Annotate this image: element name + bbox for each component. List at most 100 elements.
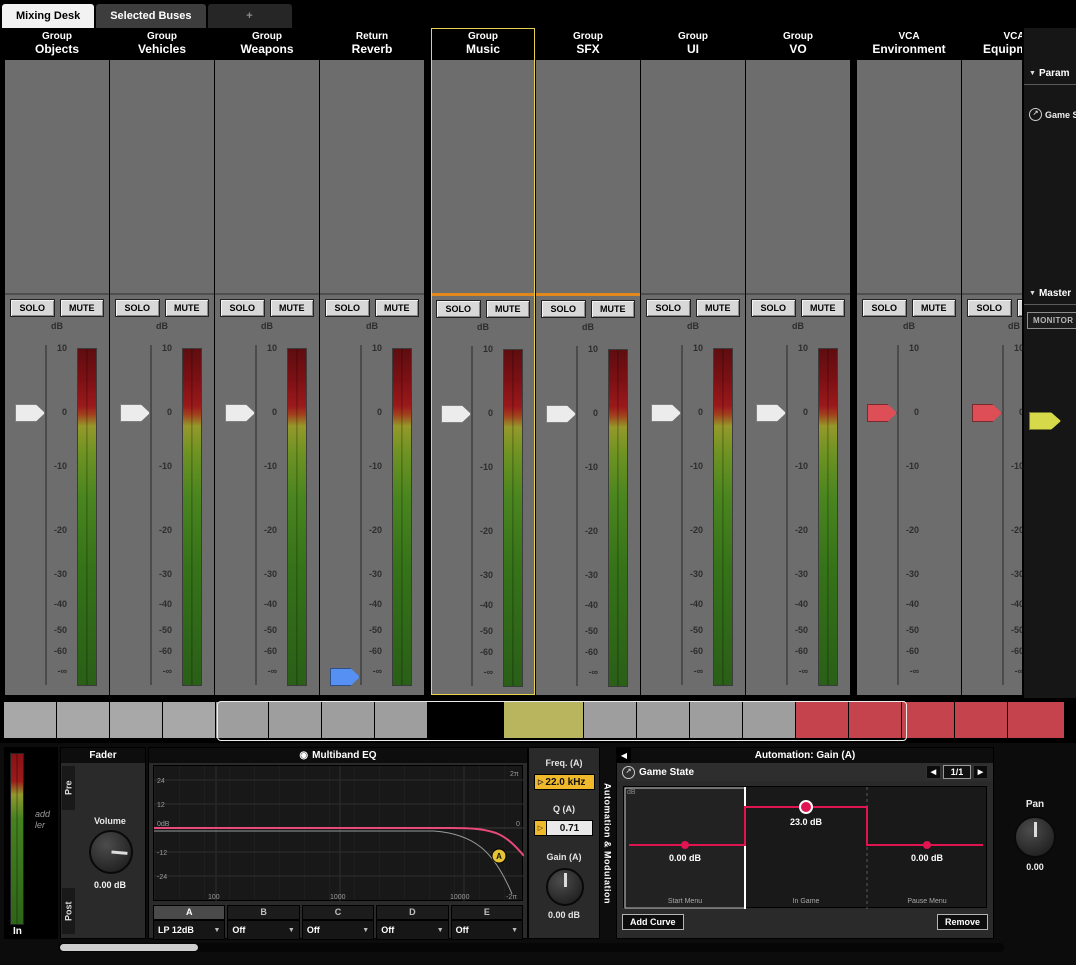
mixer-channel[interactable]: Group SFX SOLO MUTE dB 100-10-20-30-40-5… <box>536 28 640 695</box>
overview-block[interactable] <box>57 702 109 738</box>
overview-block[interactable] <box>110 702 162 738</box>
mixer-channel[interactable]: Group UI SOLO MUTE dB 100-10-20-30-40-50… <box>641 28 745 695</box>
tab-selected-buses[interactable]: Selected Buses <box>96 4 205 28</box>
eq-band-d-tab[interactable]: D <box>376 905 448 920</box>
mute-button[interactable]: MUTE <box>801 299 846 317</box>
pre-tab[interactable]: Pre <box>62 766 75 810</box>
mixer-channel[interactable]: Group VO SOLO MUTE dB 100-10-20-30-40-50… <box>746 28 850 695</box>
add-curve-button[interactable]: Add Curve <box>622 914 684 930</box>
channel-drop-area[interactable] <box>536 60 640 296</box>
automation-point[interactable] <box>923 841 931 849</box>
deck-scrollbar[interactable] <box>58 943 1004 952</box>
mixer-channel[interactable]: VCA Environment SOLO MUTE dB 100-10-20-3… <box>857 28 961 695</box>
eq-power-icon[interactable]: ◉ <box>299 750 308 761</box>
overview-block[interactable] <box>690 702 742 738</box>
eq-band-d-type-dropdown[interactable]: Off ▼ <box>376 920 448 940</box>
overview-block[interactable] <box>322 702 374 738</box>
tab-mixing-desk[interactable]: Mixing Desk <box>2 4 94 28</box>
overview-block[interactable] <box>4 702 56 738</box>
automation-point[interactable] <box>681 841 689 849</box>
channel-drop-area[interactable] <box>962 60 1022 295</box>
mixer-channel[interactable]: Group Music SOLO MUTE dB 100-10-20-30-40… <box>431 28 535 695</box>
parameters-section-header[interactable]: ▼ Param <box>1024 64 1076 85</box>
overview-block[interactable] <box>637 702 689 738</box>
automation-curve-graph[interactable]: dB 0.00 dB 23.0 dB 0.00 dB Start Menu In… <box>623 786 987 908</box>
solo-button[interactable]: SOLO <box>541 300 586 318</box>
overview-block[interactable] <box>428 702 503 738</box>
gain-knob[interactable] <box>546 868 584 906</box>
mixer-channel[interactable]: Group Weapons SOLO MUTE dB 100-10-20-30-… <box>215 28 319 695</box>
overview-block[interactable] <box>375 702 427 738</box>
eq-band-b-tab[interactable]: B <box>227 905 299 920</box>
channel-drop-area[interactable] <box>431 60 535 296</box>
channel-drop-area[interactable] <box>320 60 424 295</box>
eq-band-e-type-dropdown[interactable]: Off ▼ <box>451 920 523 940</box>
mixer-channel[interactable]: Group Vehicles SOLO MUTE dB 100-10-20-30… <box>110 28 214 695</box>
overview-block[interactable] <box>504 702 583 738</box>
channel-drop-area[interactable] <box>110 60 214 295</box>
overview-block[interactable] <box>1008 702 1064 738</box>
eq-band-a-tab[interactable]: A <box>153 905 225 920</box>
collapse-panel-icon[interactable]: ◀ <box>617 748 631 763</box>
overview-block[interactable] <box>269 702 321 738</box>
q-value-field[interactable]: 0.71 <box>547 820 593 836</box>
solo-button[interactable]: SOLO <box>436 300 481 318</box>
eq-band-b-type-dropdown[interactable]: Off ▼ <box>227 920 299 940</box>
channel-drop-area[interactable] <box>746 60 850 295</box>
scale-label: -40 <box>984 599 1022 610</box>
remove-button[interactable]: Remove <box>937 914 988 930</box>
eq-band-e-tab[interactable]: E <box>451 905 523 920</box>
volume-knob[interactable] <box>89 830 133 874</box>
eq-graph[interactable]: A 24 12 0dB -12 -24 2π 0 -2π 100 1000 10… <box>153 765 523 901</box>
overview-block[interactable] <box>216 702 268 738</box>
overview-block[interactable] <box>796 702 848 738</box>
mixer-channel[interactable]: VCA Equipment SOLO MUTE dB 100-10-20-30-… <box>962 28 1022 695</box>
channel-drop-area[interactable] <box>641 60 745 295</box>
game-state-parameter-item[interactable]: ↗ Game S <box>1024 108 1076 121</box>
solo-button[interactable]: SOLO <box>646 299 691 317</box>
solo-button[interactable]: SOLO <box>10 299 55 317</box>
automation-flag-icon[interactable]: ▷ <box>538 778 543 786</box>
overview-block[interactable] <box>955 702 1007 738</box>
scrollbar-thumb[interactable] <box>60 944 198 951</box>
channel-drop-area[interactable] <box>215 60 319 295</box>
mute-button[interactable]: MUTE <box>591 300 636 318</box>
solo-button[interactable]: SOLO <box>115 299 160 317</box>
channel-drop-area[interactable] <box>5 60 109 295</box>
master-fader-handle[interactable] <box>1029 412 1061 430</box>
solo-button[interactable]: SOLO <box>220 299 265 317</box>
pan-knob[interactable] <box>1014 816 1056 858</box>
mute-button[interactable]: MUTE <box>486 300 531 318</box>
post-tab[interactable]: Post <box>62 888 75 934</box>
mixer-channel[interactable]: Group Objects SOLO MUTE dB 100-10-20-30-… <box>5 28 109 695</box>
automation-modulation-tab[interactable]: Automation & Modulation <box>600 747 615 939</box>
automation-point-selected[interactable] <box>800 801 812 813</box>
overview-block[interactable] <box>849 702 901 738</box>
eq-band-c-type-dropdown[interactable]: Off ▼ <box>302 920 374 940</box>
solo-button[interactable]: SOLO <box>325 299 370 317</box>
master-section-header[interactable]: ▼ Master <box>1024 284 1076 305</box>
channel-drop-area[interactable] <box>857 60 961 295</box>
mute-button[interactable]: MUTE <box>60 299 105 317</box>
solo-button[interactable]: SOLO <box>967 299 1012 317</box>
overview-block[interactable] <box>584 702 636 738</box>
mute-button[interactable]: MUTE <box>165 299 210 317</box>
new-tab-button[interactable]: + <box>208 4 292 28</box>
solo-button[interactable]: SOLO <box>751 299 796 317</box>
automation-flag-icon[interactable]: ▷ <box>534 820 547 836</box>
eq-band-a-type-dropdown[interactable]: LP 12dB ▼ <box>153 920 225 940</box>
eq-band-c-tab[interactable]: C <box>302 905 374 920</box>
mute-button[interactable]: MUTE <box>375 299 420 317</box>
mixer-channel[interactable]: Return Reverb SOLO MUTE dB 100-10-20-30-… <box>320 28 424 695</box>
overview-block[interactable] <box>743 702 795 738</box>
mute-button[interactable]: MUTE <box>270 299 315 317</box>
mute-button[interactable]: MUTE <box>912 299 957 317</box>
solo-button[interactable]: SOLO <box>862 299 907 317</box>
monitor-button[interactable]: MONITOR <box>1027 312 1076 329</box>
overview-block[interactable] <box>163 702 215 738</box>
pager-next-icon[interactable]: ▶ <box>973 765 988 779</box>
pager-prev-icon[interactable]: ◀ <box>926 765 941 779</box>
overview-block[interactable] <box>902 702 954 738</box>
mute-button[interactable]: MUTE <box>696 299 741 317</box>
freq-value-field[interactable]: ▷ 22.0 kHz <box>534 774 595 790</box>
